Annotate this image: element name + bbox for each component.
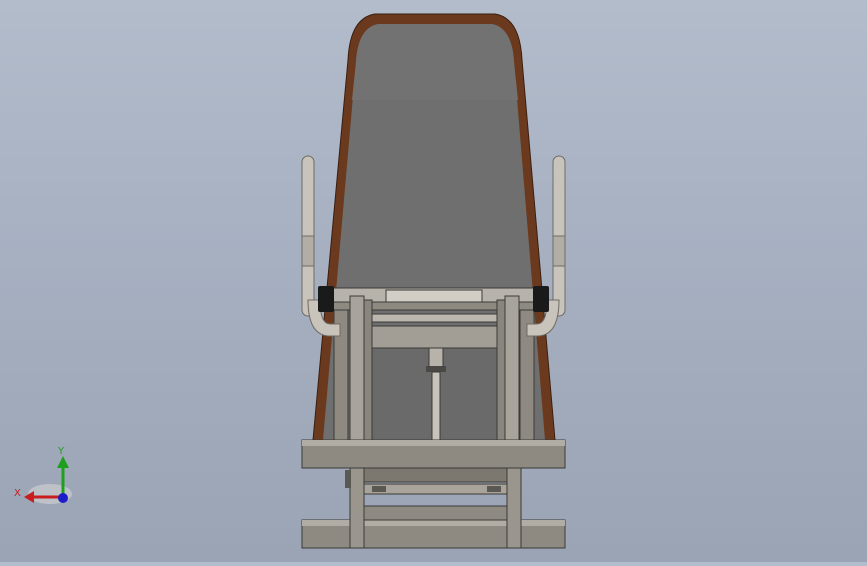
coordinate-triad: Y X xyxy=(10,440,80,510)
cad-viewport[interactable]: Y X xyxy=(0,0,867,562)
side-rail-right xyxy=(504,295,520,447)
x-axis-label: X xyxy=(14,488,21,499)
chair-model[interactable] xyxy=(0,0,867,562)
actuator-rod xyxy=(431,371,441,443)
frame-cross-bar xyxy=(369,325,501,349)
y-axis-label: Y xyxy=(57,446,65,457)
base-upright-right xyxy=(506,465,522,549)
base-upright-left xyxy=(349,465,365,549)
side-rail-left xyxy=(349,295,365,447)
z-axis-icon xyxy=(58,493,68,503)
